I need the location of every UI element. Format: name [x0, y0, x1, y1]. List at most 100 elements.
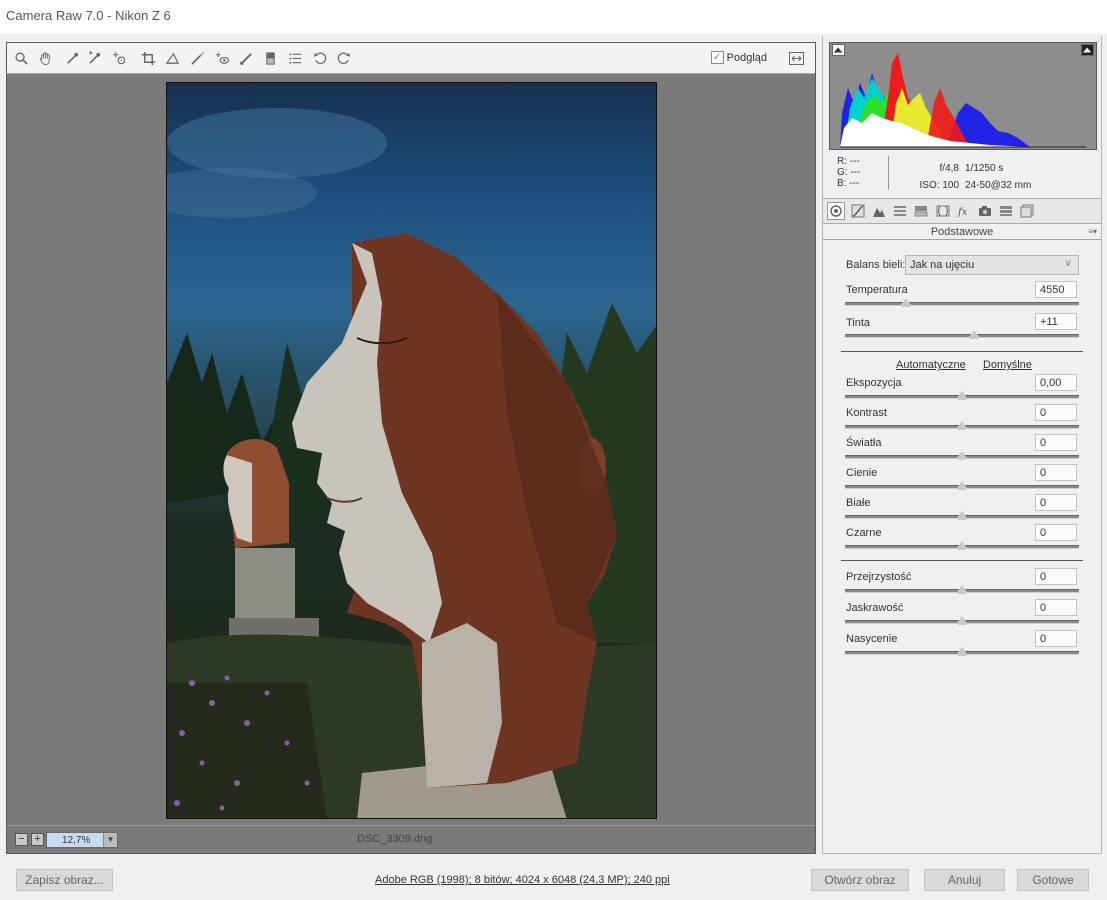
- adjustment-label: Światła: [846, 437, 882, 449]
- status-bar: − + 12,7% ▼ DSC_3309.dng: [7, 825, 815, 853]
- tab-detail-icon[interactable]: [870, 202, 888, 220]
- tab-tone-curve-icon[interactable]: [849, 202, 867, 220]
- white-balance-select[interactable]: Jak na ujęciu ∨: [905, 255, 1079, 275]
- adjustment-brush-icon[interactable]: [238, 50, 255, 67]
- exif-info: f/4,8 1/1250 s ISO: 100 24-50@32 mm: [909, 160, 1032, 194]
- rgb-readout: R: --- G: --- B: ---: [837, 156, 860, 189]
- hand-icon[interactable]: [37, 50, 54, 67]
- adjustment-slider[interactable]: [845, 541, 1079, 550]
- zoom-in-button[interactable]: +: [31, 833, 44, 846]
- open-image-button[interactable]: Otwórz obraz: [811, 869, 909, 891]
- targeted-adjustment-icon[interactable]: [111, 50, 128, 67]
- zoom-value: 12,7%: [62, 835, 91, 846]
- adjustment-value-input[interactable]: 0: [1035, 404, 1077, 421]
- default-button[interactable]: Domyślne: [983, 359, 1032, 371]
- adjustment-value-input[interactable]: 0: [1035, 524, 1077, 541]
- adjustment-slider[interactable]: [845, 391, 1079, 400]
- adjustment-slider-thumb[interactable]: [957, 541, 967, 550]
- tab-basic-icon[interactable]: [827, 202, 845, 220]
- adjustment-slider-thumb[interactable]: [957, 647, 967, 656]
- zoom-level-select[interactable]: 12,7% ▼: [46, 832, 118, 848]
- shutter-speed: 1/1250 s: [965, 163, 1004, 174]
- adjustment-slider[interactable]: [845, 421, 1079, 430]
- workflow-options-link[interactable]: Adobe RGB (1998); 8 bitów; 4024 x 6048 (…: [375, 874, 670, 886]
- chevron-down-icon[interactable]: ▼: [103, 833, 117, 847]
- section-divider: [841, 560, 1083, 561]
- adjustment-slider-thumb[interactable]: [957, 585, 967, 594]
- lens: 24-50@32 mm: [965, 180, 1032, 191]
- section-divider: [841, 351, 1083, 352]
- adjustment-slider-thumb[interactable]: [957, 481, 967, 490]
- tab-presets-icon[interactable]: [997, 202, 1015, 220]
- adjustment-slider-thumb[interactable]: [957, 421, 967, 430]
- panel-tabs: fx: [823, 198, 1101, 224]
- tab-lens-corrections-icon[interactable]: [934, 202, 952, 220]
- readout-divider: [888, 156, 889, 190]
- temperature-label: Temperatura: [846, 284, 908, 296]
- adjustment-value-input[interactable]: 0: [1035, 568, 1077, 585]
- done-button[interactable]: Gotowe: [1017, 869, 1089, 891]
- tint-slider-thumb[interactable]: [968, 330, 979, 339]
- adjustment-value-input[interactable]: 0: [1035, 434, 1077, 451]
- tab-effects-icon[interactable]: fx: [955, 202, 973, 220]
- preview-checkbox[interactable]: ✓: [710, 51, 724, 64]
- fullscreen-icon[interactable]: [788, 50, 805, 67]
- adjustment-label: Jaskrawość: [846, 602, 904, 614]
- preview-toggle[interactable]: ✓ Podgląd: [710, 51, 767, 64]
- tab-hsl-icon[interactable]: [891, 202, 909, 220]
- rotate-right-icon[interactable]: [335, 50, 352, 67]
- zoom-out-button[interactable]: −: [15, 833, 28, 846]
- chevron-down-icon: ∨: [1064, 258, 1072, 269]
- adjustment-slider[interactable]: [845, 616, 1079, 625]
- adjustment-value-input[interactable]: 0: [1035, 599, 1077, 616]
- save-image-button[interactable]: Zapisz obraz...: [16, 869, 113, 891]
- straighten-icon[interactable]: [164, 50, 181, 67]
- adjustment-value-input[interactable]: 0,00: [1035, 374, 1077, 391]
- zoom-icon[interactable]: [13, 50, 30, 67]
- tab-camera-calibration-icon[interactable]: [976, 202, 994, 220]
- auto-button[interactable]: Automatyczne: [896, 359, 966, 371]
- adjustment-value-input[interactable]: 0: [1035, 494, 1077, 511]
- white-balance-eyedropper-icon[interactable]: [64, 50, 81, 67]
- spot-removal-icon[interactable]: [189, 50, 206, 67]
- b-value: B: ---: [837, 178, 860, 189]
- rotate-left-icon[interactable]: [312, 50, 329, 67]
- cancel-button[interactable]: Anuluj: [924, 869, 1005, 891]
- highlight-clipping-warning-icon[interactable]: [1081, 44, 1094, 56]
- temperature-slider-thumb[interactable]: [900, 298, 911, 307]
- adjustment-slider[interactable]: [845, 585, 1079, 594]
- presets-icon[interactable]: [287, 50, 304, 67]
- photo-preview[interactable]: [166, 82, 657, 819]
- color-sampler-icon[interactable]: [86, 50, 103, 67]
- panel-menu-icon[interactable]: ≡▾: [1088, 227, 1097, 236]
- temperature-input[interactable]: 4550: [1035, 281, 1077, 298]
- adjustment-slider[interactable]: [845, 451, 1079, 460]
- adjustments-panel: R: --- G: --- B: --- f/4,8 1/1250 s ISO: …: [822, 36, 1102, 854]
- adjustment-slider[interactable]: [845, 511, 1079, 520]
- adjustment-slider-thumb[interactable]: [957, 511, 967, 520]
- white-balance-label: Balans bieli:: [846, 259, 906, 271]
- adjustment-slider-thumb[interactable]: [957, 451, 967, 460]
- shadow-clipping-warning-icon[interactable]: [832, 44, 845, 56]
- adjustment-label: Czarne: [846, 527, 882, 539]
- adjustment-slider[interactable]: [845, 481, 1079, 490]
- adjustment-slider[interactable]: [845, 647, 1079, 656]
- svg-text:fx: fx: [957, 207, 968, 218]
- temperature-slider[interactable]: [845, 298, 1079, 307]
- adjustment-slider-thumb[interactable]: [957, 616, 967, 625]
- tab-snapshots-icon[interactable]: [1018, 202, 1036, 220]
- adjustment-slider-thumb[interactable]: [957, 391, 967, 400]
- g-value: G: ---: [837, 167, 861, 178]
- adjustment-value-input[interactable]: 0: [1035, 630, 1077, 647]
- tab-split-toning-icon[interactable]: [912, 202, 930, 220]
- tint-input[interactable]: +11: [1035, 313, 1077, 330]
- red-eye-icon[interactable]: [214, 50, 231, 67]
- crop-icon[interactable]: [140, 50, 157, 67]
- tint-slider[interactable]: [845, 330, 1079, 339]
- white-balance-value: Jak na ujęciu: [910, 259, 975, 271]
- adjustment-value-input[interactable]: 0: [1035, 464, 1077, 481]
- adjustment-label: Przejrzystość: [846, 571, 912, 583]
- histogram: [829, 42, 1097, 150]
- adjustment-label: Cienie: [846, 467, 878, 479]
- graduated-filter-icon[interactable]: [262, 50, 279, 67]
